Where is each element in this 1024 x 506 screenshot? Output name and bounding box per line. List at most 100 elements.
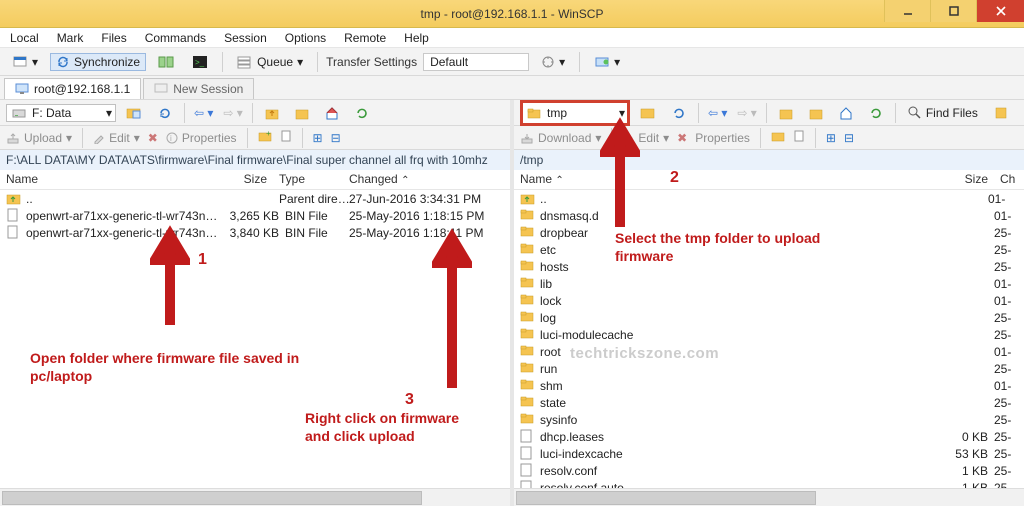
find-files-button[interactable]: Find Files bbox=[902, 103, 984, 123]
local-parent-icon[interactable] bbox=[259, 103, 285, 123]
menu-remote[interactable]: Remote bbox=[342, 30, 388, 45]
list-item[interactable]: resolv.conf1 KB25- bbox=[514, 462, 1024, 479]
list-item[interactable]: shm01- bbox=[514, 377, 1024, 394]
remote-file-list[interactable]: .. 01- dnsmasq.d01-dropbear25-etc25-host… bbox=[514, 190, 1024, 488]
remote-back-icon[interactable]: ⇦ ▾ bbox=[705, 106, 730, 120]
transfer-settings-select[interactable]: Default bbox=[423, 53, 529, 71]
remote-compare-icon[interactable] bbox=[634, 103, 662, 123]
local-compare-icon[interactable] bbox=[120, 103, 148, 123]
queue-button[interactable]: Queue ▾ bbox=[231, 52, 309, 72]
menu-commands[interactable]: Commands bbox=[143, 30, 208, 45]
local-refresh-icon[interactable] bbox=[152, 103, 178, 123]
local-root-icon[interactable] bbox=[289, 103, 315, 123]
remote-dir-label: tmp bbox=[547, 106, 567, 120]
session-tabs: root@192.168.1.1 New Session bbox=[0, 76, 1024, 100]
upload-button[interactable]: Upload ▾ bbox=[6, 131, 72, 145]
local-newfolder-icon[interactable]: + bbox=[258, 130, 272, 145]
disconnect-icon[interactable]: ▾ bbox=[588, 52, 626, 72]
maximize-button[interactable] bbox=[930, 0, 976, 22]
list-item[interactable]: luci-modulecache25- bbox=[514, 326, 1024, 343]
folder-icon bbox=[520, 225, 536, 241]
list-item[interactable]: luci-indexcache53 KB25- bbox=[514, 445, 1024, 462]
remote-list-header[interactable]: Name ⌃ Size Ch bbox=[514, 170, 1024, 190]
local-pane: F: Data ▾ ⇦ ▾ ⇨ ▾ Upload ▾ Edit ▾ ✖ iPro… bbox=[0, 100, 510, 506]
list-item[interactable]: resolv.conf.auto1 KB25- bbox=[514, 479, 1024, 488]
list-item[interactable]: dnsmasq.d01- bbox=[514, 207, 1024, 224]
local-expand-icon[interactable]: ⊞ bbox=[313, 131, 323, 145]
local-list-header[interactable]: Name Size Type Changed ⌃ bbox=[0, 170, 510, 190]
folder-icon bbox=[520, 327, 536, 343]
close-button[interactable] bbox=[976, 0, 1024, 22]
session-tab-label: root@192.168.1.1 bbox=[34, 82, 130, 96]
remote-edit-button[interactable]: Edit ▾ bbox=[622, 131, 669, 145]
list-item[interactable]: etc25- bbox=[514, 241, 1024, 258]
queue-label: Queue bbox=[257, 55, 293, 69]
folder-icon bbox=[520, 310, 536, 326]
remote-refresh-icon[interactable] bbox=[666, 103, 692, 123]
remote-dir-select[interactable]: tmp ▾ bbox=[520, 100, 630, 126]
new-session-tab[interactable]: New Session bbox=[143, 78, 254, 99]
local-newfile-icon[interactable] bbox=[280, 130, 292, 145]
download-button[interactable]: Download ▾ bbox=[520, 131, 601, 145]
list-item[interactable]: openwrt-ar71xx-generic-tl-wr743nd-v2-squ… bbox=[0, 207, 510, 224]
minimize-button[interactable] bbox=[884, 0, 930, 22]
remote-root-icon[interactable] bbox=[803, 103, 829, 123]
menu-local[interactable]: Local bbox=[8, 30, 41, 45]
folder-icon bbox=[520, 395, 536, 411]
list-item[interactable]: dhcp.leases0 KB25- bbox=[514, 428, 1024, 445]
local-sync-browse-icon[interactable] bbox=[349, 103, 375, 123]
menu-session[interactable]: Session bbox=[222, 30, 269, 45]
list-item[interactable]: state25- bbox=[514, 394, 1024, 411]
local-drive-select[interactable]: F: Data ▾ bbox=[6, 104, 116, 122]
compare-icon[interactable] bbox=[152, 52, 180, 72]
folder-icon bbox=[527, 107, 541, 119]
list-item[interactable]: root01- bbox=[514, 343, 1024, 360]
list-item[interactable]: lock01- bbox=[514, 292, 1024, 309]
menu-mark[interactable]: Mark bbox=[55, 30, 86, 45]
local-file-list[interactable]: .. Parent dire… 27-Jun-2016 3:34:31 PM o… bbox=[0, 190, 510, 488]
synchronize-button[interactable]: Synchronize bbox=[50, 53, 146, 71]
remote-properties-button[interactable]: Properties bbox=[695, 131, 750, 145]
remote-newfile-icon[interactable] bbox=[793, 130, 805, 145]
local-forward-icon[interactable]: ⇨ ▾ bbox=[220, 106, 245, 120]
remote-sync-browse-icon[interactable] bbox=[863, 103, 889, 123]
folder-icon bbox=[520, 378, 536, 394]
remote-home-icon[interactable] bbox=[833, 103, 859, 123]
list-item[interactable]: log25- bbox=[514, 309, 1024, 326]
local-delete-icon[interactable]: ✖ bbox=[148, 131, 158, 145]
parent-dir[interactable]: .. 01- bbox=[514, 190, 1024, 207]
local-properties-button[interactable]: iProperties bbox=[166, 131, 237, 145]
list-item[interactable]: openwrt-ar71xx-generic-tl-wr743nd-v2-squ… bbox=[0, 224, 510, 241]
remote-parent-icon[interactable] bbox=[773, 103, 799, 123]
local-edit-button[interactable]: Edit ▾ bbox=[93, 131, 140, 145]
local-collapse-icon[interactable]: ⊟ bbox=[331, 131, 341, 145]
remote-expand-icon[interactable]: ⊞ bbox=[826, 131, 836, 145]
remote-delete-icon[interactable]: ✖ bbox=[677, 131, 687, 145]
svg-text:>_: >_ bbox=[195, 58, 205, 67]
synchronize-label: Synchronize bbox=[74, 55, 140, 69]
menu-options[interactable]: Options bbox=[283, 30, 328, 45]
local-back-icon[interactable]: ⇦ ▾ bbox=[191, 106, 216, 120]
local-hscroll[interactable] bbox=[0, 488, 510, 506]
folder-icon bbox=[520, 344, 536, 360]
parent-dir[interactable]: .. Parent dire… 27-Jun-2016 3:34:31 PM bbox=[0, 190, 510, 207]
file-icon bbox=[6, 225, 22, 241]
remote-bookmark-icon[interactable] bbox=[988, 103, 1014, 123]
local-home-icon[interactable] bbox=[319, 103, 345, 123]
session-tab[interactable]: root@192.168.1.1 bbox=[4, 78, 141, 99]
session-dropdown-icon[interactable]: ▾ bbox=[6, 51, 44, 73]
remote-collapse-icon[interactable]: ⊟ bbox=[844, 131, 854, 145]
menu-help[interactable]: Help bbox=[402, 30, 431, 45]
list-item[interactable]: hosts25- bbox=[514, 258, 1024, 275]
remote-forward-icon[interactable]: ⇨ ▾ bbox=[734, 106, 759, 120]
list-item[interactable]: lib01- bbox=[514, 275, 1024, 292]
transfer-settings-icon[interactable]: ▾ bbox=[535, 52, 571, 72]
menu-files[interactable]: Files bbox=[99, 30, 128, 45]
list-item[interactable]: sysinfo25- bbox=[514, 411, 1024, 428]
folder-up-icon bbox=[6, 191, 22, 207]
terminal-icon[interactable]: >_ bbox=[186, 52, 214, 72]
list-item[interactable]: run25- bbox=[514, 360, 1024, 377]
remote-newfolder-icon[interactable] bbox=[771, 130, 785, 145]
list-item[interactable]: dropbear25- bbox=[514, 224, 1024, 241]
remote-hscroll[interactable] bbox=[514, 488, 1024, 506]
